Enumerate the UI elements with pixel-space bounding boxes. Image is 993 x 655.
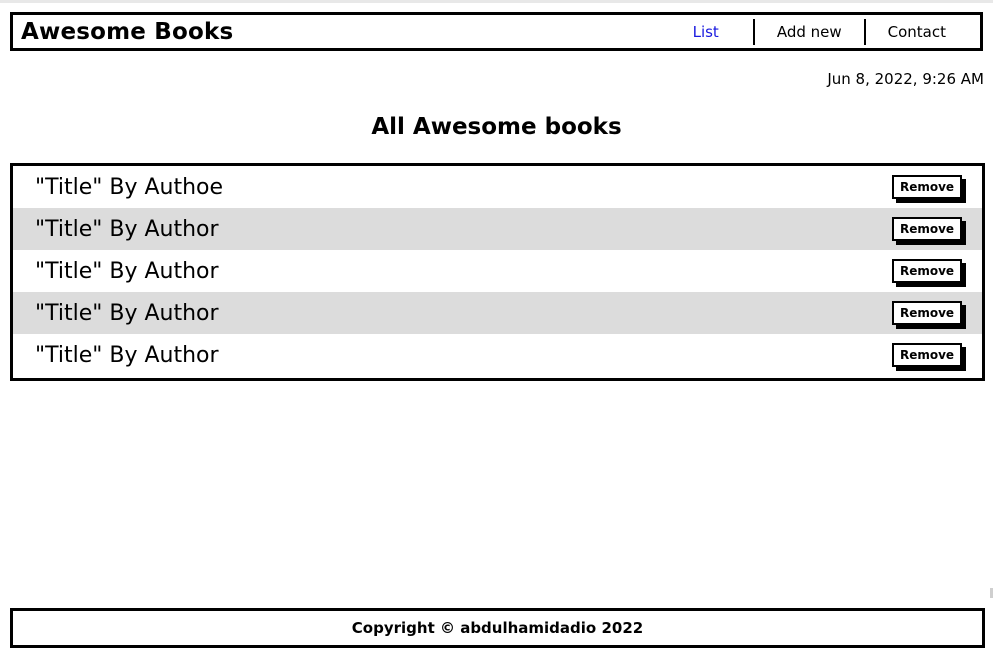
- main-nav: List Add new Contact: [693, 15, 980, 48]
- brand-title: Awesome Books: [21, 18, 234, 45]
- book-entry-text: "Title" By Authoe: [35, 174, 224, 200]
- current-datetime: Jun 8, 2022, 9:26 AM: [827, 70, 984, 88]
- nav-link-list[interactable]: List: [693, 19, 753, 45]
- book-entry-text: "Title" By Author: [35, 300, 219, 326]
- book-list: "Title" By Authoe Remove "Title" By Auth…: [10, 163, 985, 381]
- nav-link-add-new[interactable]: Add new: [755, 19, 864, 45]
- site-footer: Copyright © abdulhamidadio 2022: [10, 608, 985, 648]
- site-header: Awesome Books List Add new Contact: [10, 12, 983, 51]
- remove-button[interactable]: Remove: [892, 217, 962, 241]
- remove-button[interactable]: Remove: [892, 175, 962, 199]
- book-entry-text: "Title" By Author: [35, 258, 219, 284]
- book-entry-text: "Title" By Author: [35, 216, 219, 242]
- top-edge: [0, 0, 993, 3]
- page: Awesome Books List Add new Contact Jun 8…: [0, 0, 993, 655]
- book-row: "Title" By Author Remove: [13, 292, 982, 334]
- remove-button[interactable]: Remove: [892, 259, 962, 283]
- book-row: "Title" By Author Remove: [13, 250, 982, 292]
- book-row: "Title" By Author Remove: [13, 334, 982, 376]
- remove-button[interactable]: Remove: [892, 301, 962, 325]
- section-title: All Awesome books: [371, 114, 622, 140]
- remove-button[interactable]: Remove: [892, 343, 962, 367]
- book-entry-text: "Title" By Author: [35, 342, 219, 368]
- copyright-text: Copyright © abdulhamidadio 2022: [351, 619, 644, 637]
- book-row: "Title" By Authoe Remove: [13, 166, 982, 208]
- book-row: "Title" By Author Remove: [13, 208, 982, 250]
- nav-link-contact[interactable]: Contact: [866, 19, 968, 45]
